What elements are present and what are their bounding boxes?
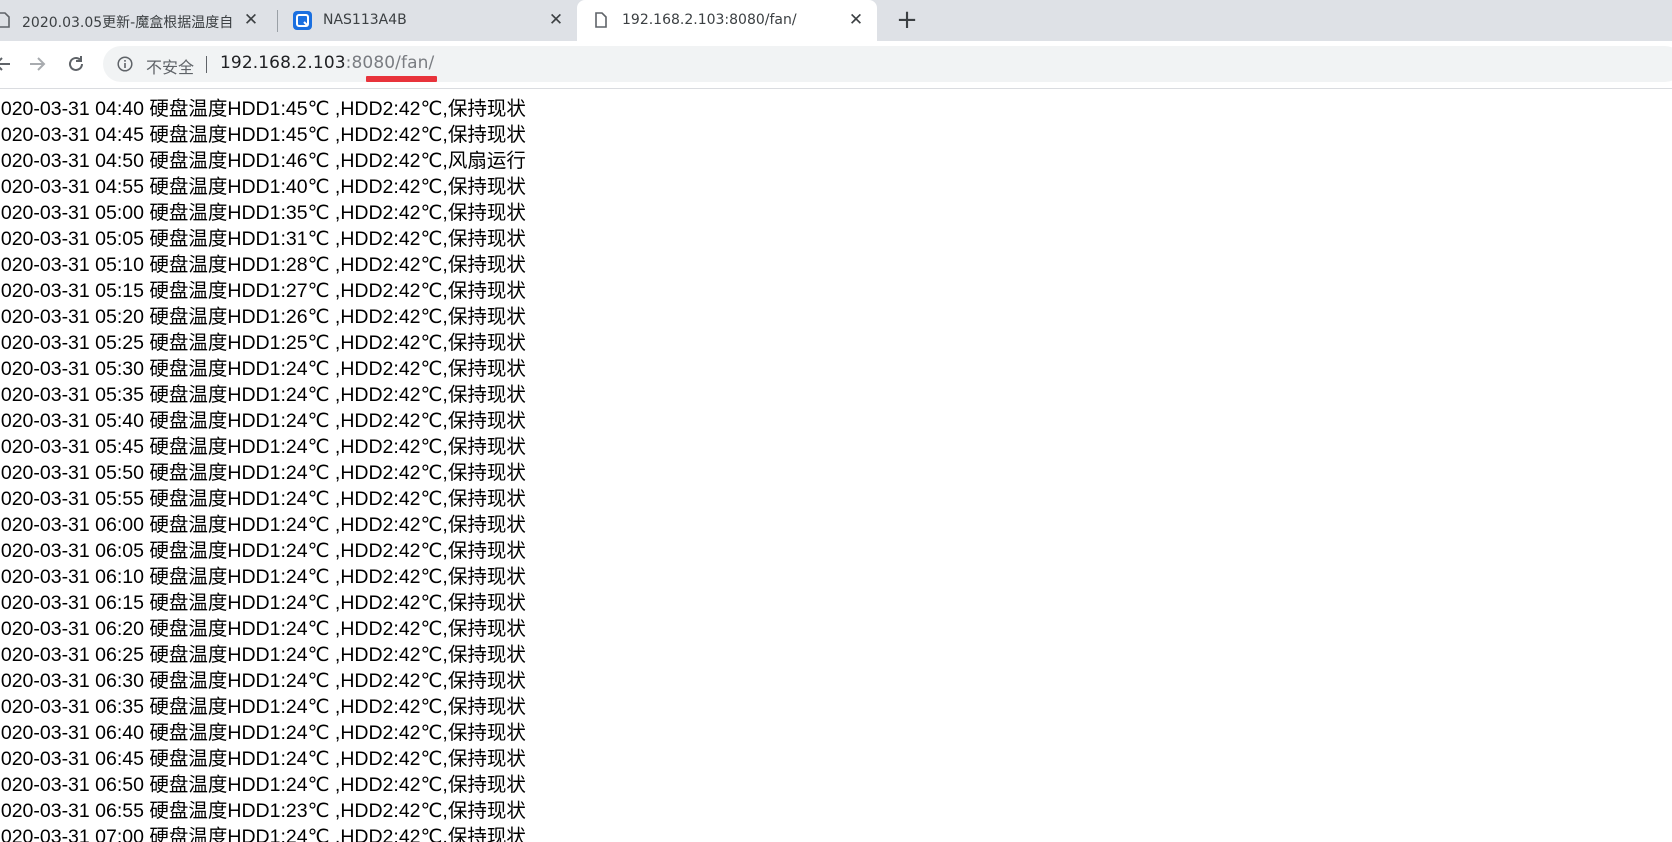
log-line: 2020-03-31 04:50 硬盘温度HDD1:46℃ ,HDD2:42℃,…	[0, 150, 526, 172]
file-icon	[595, 12, 607, 28]
back-arrow-icon	[0, 57, 10, 71]
log-line: 2020-03-31 06:25 硬盘温度HDD1:24℃ ,HDD2:42℃,…	[0, 644, 526, 666]
close-icon[interactable]: ✕	[242, 11, 260, 29]
log-line: 2020-03-31 06:00 硬盘温度HDD1:24℃ ,HDD2:42℃,…	[0, 514, 526, 536]
log-line: 2020-03-31 06:35 硬盘温度HDD1:24℃ ,HDD2:42℃,…	[0, 696, 526, 718]
back-button[interactable]	[0, 49, 18, 79]
log-line: 2020-03-31 05:20 硬盘温度HDD1:26℃ ,HDD2:42℃,…	[0, 306, 526, 328]
log-line: 2020-03-31 06:30 硬盘温度HDD1:24℃ ,HDD2:42℃,…	[0, 670, 526, 692]
log-line: 2020-03-31 07:00 硬盘温度HDD1:24℃ ,HDD2:42℃,…	[0, 826, 526, 842]
log-line: 2020-03-31 05:15 硬盘温度HDD1:27℃ ,HDD2:42℃,…	[0, 280, 526, 302]
nas-app-icon	[293, 11, 312, 30]
log-line: 2020-03-31 06:40 硬盘温度HDD1:24℃ ,HDD2:42℃,…	[0, 722, 526, 744]
new-tab-button[interactable]: +	[893, 6, 921, 34]
tab-title: NAS113A4B	[323, 12, 407, 28]
url-text[interactable]: 192.168.2.103:8080/fan/	[220, 53, 434, 73]
log-line: 2020-03-31 06:20 硬盘温度HDD1:24℃ ,HDD2:42℃,…	[0, 618, 526, 640]
tab-nas[interactable]: NAS113A4B ✕	[278, 0, 577, 41]
address-bar[interactable]: 不安全 192.168.2.103:8080/fan/	[103, 46, 1672, 82]
file-icon	[0, 12, 10, 28]
tab-fan-log[interactable]: 192.168.2.103:8080/fan/ ✕	[577, 0, 877, 41]
log-line: 2020-03-31 05:55 硬盘温度HDD1:24℃ ,HDD2:42℃,…	[0, 488, 526, 510]
security-label[interactable]: 不安全	[146, 54, 194, 78]
reload-icon	[69, 56, 83, 71]
log-line: 2020-03-31 04:45 硬盘温度HDD1:45℃ ,HDD2:42℃,…	[0, 124, 526, 146]
log-line: 2020-03-31 04:40 硬盘温度HDD1:45℃ ,HDD2:42℃,…	[0, 98, 526, 120]
tab-title: 2020.03.05更新-魔盒根据温度自	[22, 15, 234, 31]
log-line: 2020-03-31 05:50 硬盘温度HDD1:24℃ ,HDD2:42℃,…	[0, 462, 526, 484]
log-line: 2020-03-31 06:50 硬盘温度HDD1:24℃ ,HDD2:42℃,…	[0, 774, 526, 796]
log-line: 2020-03-31 06:15 硬盘温度HDD1:24℃ ,HDD2:42℃,…	[0, 592, 526, 614]
log-line: 2020-03-31 05:40 硬盘温度HDD1:24℃ ,HDD2:42℃,…	[0, 410, 526, 432]
tab-blog-post[interactable]: 2020.03.05更新-魔盒根据温度自 ✕	[0, 0, 272, 41]
url-path: :8080/fan/	[345, 53, 435, 73]
forward-button[interactable]	[22, 49, 52, 79]
separator	[206, 56, 207, 73]
url-host: 192.168.2.103	[220, 53, 346, 73]
log-line: 2020-03-31 04:55 硬盘温度HDD1:40℃ ,HDD2:42℃,…	[0, 176, 526, 198]
log-line: 2020-03-31 06:10 硬盘温度HDD1:24℃ ,HDD2:42℃,…	[0, 566, 526, 588]
annotation-underline	[366, 76, 437, 82]
log-line: 2020-03-31 06:55 硬盘温度HDD1:23℃ ,HDD2:42℃,…	[0, 800, 526, 822]
log-list: 2020-03-31 04:40 硬盘温度HDD1:45℃ ,HDD2:42℃,…	[0, 96, 526, 842]
log-line: 2020-03-31 05:25 硬盘温度HDD1:25℃ ,HDD2:42℃,…	[0, 332, 526, 354]
tab-strip: 2020.03.05更新-魔盒根据温度自 ✕ NAS113A4B ✕ 192.1…	[0, 0, 1672, 41]
log-line: 2020-03-31 06:45 硬盘温度HDD1:24℃ ,HDD2:42℃,…	[0, 748, 526, 770]
log-line: 2020-03-31 05:45 硬盘温度HDD1:24℃ ,HDD2:42℃,…	[0, 436, 526, 458]
forward-arrow-icon	[30, 57, 46, 71]
info-icon[interactable]	[117, 56, 133, 72]
reload-button[interactable]	[61, 49, 91, 79]
log-line: 2020-03-31 05:30 硬盘温度HDD1:24℃ ,HDD2:42℃,…	[0, 358, 526, 380]
page-content: 2020-03-31 04:40 硬盘温度HDD1:45℃ ,HDD2:42℃,…	[0, 89, 1672, 842]
browser-toolbar: 不安全 192.168.2.103:8080/fan/	[0, 41, 1672, 89]
close-icon[interactable]: ✕	[847, 11, 865, 29]
log-line: 2020-03-31 05:10 硬盘温度HDD1:28℃ ,HDD2:42℃,…	[0, 254, 526, 276]
log-line: 2020-03-31 06:05 硬盘温度HDD1:24℃ ,HDD2:42℃,…	[0, 540, 526, 562]
log-line: 2020-03-31 05:00 硬盘温度HDD1:35℃ ,HDD2:42℃,…	[0, 202, 526, 224]
log-line: 2020-03-31 05:05 硬盘温度HDD1:31℃ ,HDD2:42℃,…	[0, 228, 526, 250]
tab-title: 192.168.2.103:8080/fan/	[622, 12, 797, 28]
close-icon[interactable]: ✕	[547, 11, 565, 29]
log-line: 2020-03-31 05:35 硬盘温度HDD1:24℃ ,HDD2:42℃,…	[0, 384, 526, 406]
